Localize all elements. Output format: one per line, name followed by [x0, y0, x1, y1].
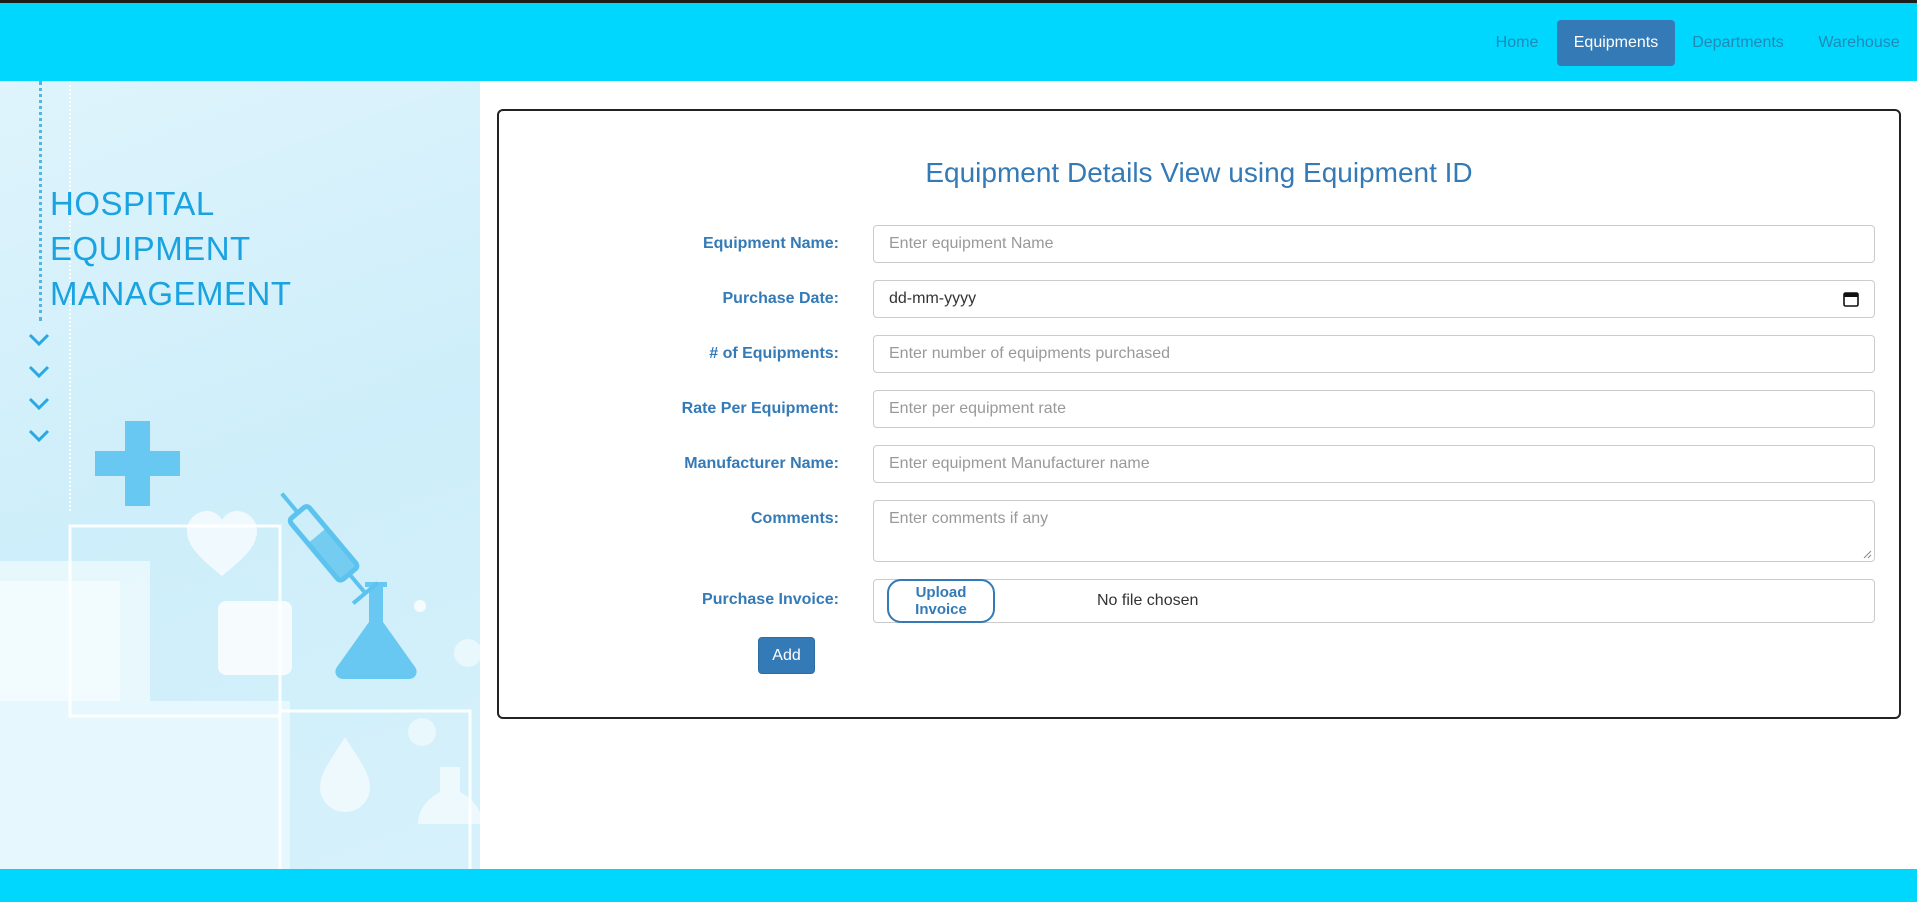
purchase-date-label: Purchase Date:	[722, 290, 840, 307]
nav-item-warehouse[interactable]: Warehouse	[1801, 20, 1917, 66]
placeholder-text: Enter equipment Name	[889, 235, 1054, 252]
file-status-text: No file chosen	[1097, 592, 1199, 609]
date-value: dd-mm-yyyy	[889, 290, 977, 307]
navbar: Home Equipments Departments Warehouse	[0, 3, 1917, 81]
num-equipments-label: # of Equipments:	[709, 345, 839, 362]
comments-textarea[interactable]: Enter comments if any	[873, 500, 1875, 562]
nav-item-home[interactable]: Home	[1477, 20, 1557, 66]
equipment-form-card: Equipment Details View using Equipment I…	[497, 109, 1901, 719]
calendar-icon[interactable]	[1843, 291, 1859, 307]
manufacturer-label: Manufacturer Name:	[684, 455, 839, 472]
num-equipments-input[interactable]: Enter number of equipments purchased	[873, 335, 1875, 373]
syringe-icon	[280, 492, 379, 605]
nav-item-departments[interactable]: Departments	[1675, 20, 1801, 66]
heart-icon	[187, 511, 257, 576]
placeholder-text: Enter comments if any	[889, 510, 1049, 527]
purchase-date-input[interactable]: dd-mm-yyyy	[873, 280, 1875, 318]
medical-cross-icon	[95, 421, 180, 506]
medical-illustration	[0, 421, 480, 869]
sidebar-banner: HOSPITAL EQUIPMENT MANAGEMENT	[0, 81, 480, 869]
nav-menu: Home Equipments Departments Warehouse	[1477, 20, 1917, 66]
placeholder-text: Enter equipment Manufacturer name	[889, 455, 1150, 472]
resize-handle-icon[interactable]	[1862, 549, 1872, 559]
placeholder-text: Enter number of equipments purchased	[889, 345, 1171, 362]
invoice-label: Purchase Invoice:	[702, 591, 839, 608]
rate-input[interactable]: Enter per equipment rate	[873, 390, 1875, 428]
upload-invoice-button[interactable]: Upload Invoice	[887, 579, 995, 623]
equipment-name-input[interactable]: Enter equipment Name	[873, 225, 1875, 263]
nav-item-equipments[interactable]: Equipments	[1557, 20, 1675, 66]
add-button[interactable]: Add	[758, 637, 815, 674]
equipment-name-label: Equipment Name:	[702, 235, 839, 252]
manufacturer-input[interactable]: Enter equipment Manufacturer name	[873, 445, 1875, 483]
invoice-file-input[interactable]: Upload Invoice No file chosen	[873, 579, 1875, 623]
rate-label: Rate Per Equipment:	[681, 400, 839, 417]
page-title: Equipment Details View using Equipment I…	[925, 157, 1473, 188]
comments-label: Comments:	[750, 510, 839, 527]
drop-icon	[320, 737, 370, 812]
footer-bar	[0, 869, 1917, 902]
placeholder-text: Enter per equipment rate	[889, 400, 1066, 417]
flask-icon	[335, 582, 417, 679]
